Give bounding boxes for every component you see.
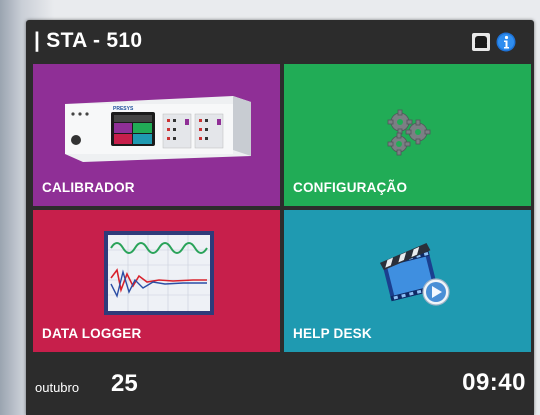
video-icon <box>380 243 450 306</box>
device-icon: PRESYS <box>65 96 251 162</box>
svg-text:PRESYS: PRESYS <box>113 106 134 112</box>
tile-help-desk[interactable]: HELP DESK <box>284 210 531 352</box>
date-day: 25 <box>111 370 138 397</box>
tile-label: CONFIGURAÇÃO <box>293 180 408 195</box>
tile-label: HELP DESK <box>293 326 372 341</box>
status-bar: outubro 25 09:40 <box>26 354 534 415</box>
app-title: | STA - 510 <box>34 29 143 52</box>
app-screen: | STA - 510 PRESYS CALIBRADOR CONFIGURAÇ… <box>26 20 534 415</box>
title-bar: | STA - 510 <box>26 20 534 64</box>
info-icon[interactable] <box>496 32 516 52</box>
clock: 09:40 <box>462 369 526 396</box>
tile-configuracao[interactable]: CONFIGURAÇÃO <box>284 64 531 206</box>
tile-label: DATA LOGGER <box>42 326 142 341</box>
date-month: outubro <box>35 380 80 395</box>
tile-calibrador[interactable]: PRESYS CALIBRADOR <box>33 64 280 206</box>
disk-icon[interactable] <box>471 32 491 52</box>
tile-label: CALIBRADOR <box>42 180 135 195</box>
waveform-icon <box>104 231 214 315</box>
tile-data-logger[interactable]: DATA LOGGER <box>33 210 280 352</box>
gears-icon <box>387 109 431 156</box>
